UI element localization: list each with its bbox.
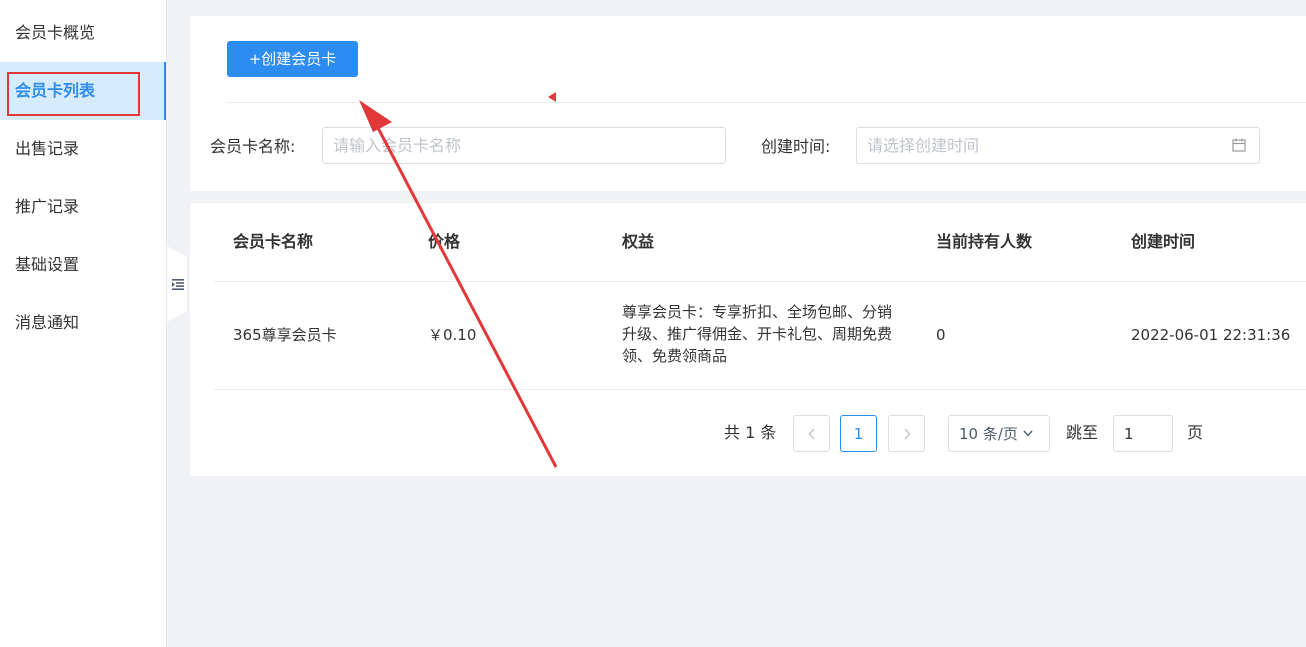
- cell-holders: 0: [936, 326, 946, 344]
- sidebar-item-label: 推广记录: [15, 197, 80, 216]
- sidebar-collapse-toggle[interactable]: [167, 246, 187, 322]
- cell-created-time: 2022-06-01 22:31:36: [1131, 326, 1291, 344]
- sidebar-item-label: 会员卡列表: [15, 81, 96, 100]
- card-name-filter-label: 会员卡名称:: [210, 137, 296, 156]
- created-time-input[interactable]: [856, 127, 1260, 164]
- sidebar-item-label: 出售记录: [15, 139, 80, 158]
- sidebar-item-label: 消息通知: [15, 313, 80, 332]
- cell-card-name: 365尊享会员卡: [233, 326, 337, 344]
- column-header-benefits: 权益: [622, 232, 655, 251]
- pagination-total: 共 1 条: [724, 423, 777, 442]
- cell-price: ￥0.10: [428, 326, 477, 344]
- column-header-holders: 当前持有人数: [936, 232, 1033, 251]
- sidebar-item-label: 基础设置: [15, 255, 80, 274]
- sidebar-item-promotion-records[interactable]: 推广记录: [0, 178, 166, 236]
- chevron-down-icon: [1023, 430, 1033, 437]
- row-divider: [214, 389, 1306, 390]
- sidebar-item-card-list[interactable]: 会员卡列表: [0, 62, 166, 120]
- column-header-price: 价格: [428, 232, 461, 251]
- page-size-value: 10 条/页: [959, 425, 1018, 443]
- page-size-select[interactable]: 10 条/页: [948, 415, 1050, 452]
- sidebar-item-notifications[interactable]: 消息通知: [0, 294, 166, 352]
- menu-fold-icon: [172, 278, 184, 290]
- next-page-button[interactable]: [888, 415, 925, 452]
- prev-page-button[interactable]: [793, 415, 830, 452]
- sidebar-item-basic-settings[interactable]: 基础设置: [0, 236, 166, 294]
- jump-label: 跳至: [1066, 423, 1099, 442]
- chevron-right-icon: [903, 427, 911, 440]
- cell-benefits: 尊享会员卡：专享折扣、全场包邮、分销升级、推广得佣金、开卡礼包、周期免费领、免费…: [622, 303, 893, 365]
- header-divider: [214, 281, 1306, 282]
- created-time-picker[interactable]: [856, 127, 1260, 164]
- sidebar-item-overview[interactable]: 会员卡概览: [0, 4, 166, 62]
- page-suffix: 页: [1187, 423, 1204, 442]
- sidebar-item-label: 会员卡概览: [15, 23, 96, 42]
- divider: [227, 102, 1306, 103]
- column-header-created-time: 创建时间: [1131, 232, 1196, 251]
- chevron-left-icon: [807, 427, 815, 440]
- calendar-icon: [1232, 138, 1246, 152]
- sidebar-item-sales-records[interactable]: 出售记录: [0, 120, 166, 178]
- filter-card: +创建会员卡 会员卡名称: 创建时间:: [190, 16, 1306, 191]
- create-member-card-button[interactable]: +创建会员卡: [227, 41, 358, 77]
- jump-page-input[interactable]: [1113, 415, 1173, 452]
- column-header-name: 会员卡名称: [233, 232, 314, 251]
- table-card: 会员卡名称 价格 权益 当前持有人数 创建时间 365尊享会员卡 ￥0.10 尊…: [190, 203, 1306, 476]
- page-button-current[interactable]: 1: [840, 415, 877, 452]
- sidebar: 会员卡概览 会员卡列表 出售记录 推广记录 基础设置 消息通知: [0, 0, 167, 647]
- created-time-filter-label: 创建时间:: [761, 137, 831, 156]
- card-name-input[interactable]: [322, 127, 726, 164]
